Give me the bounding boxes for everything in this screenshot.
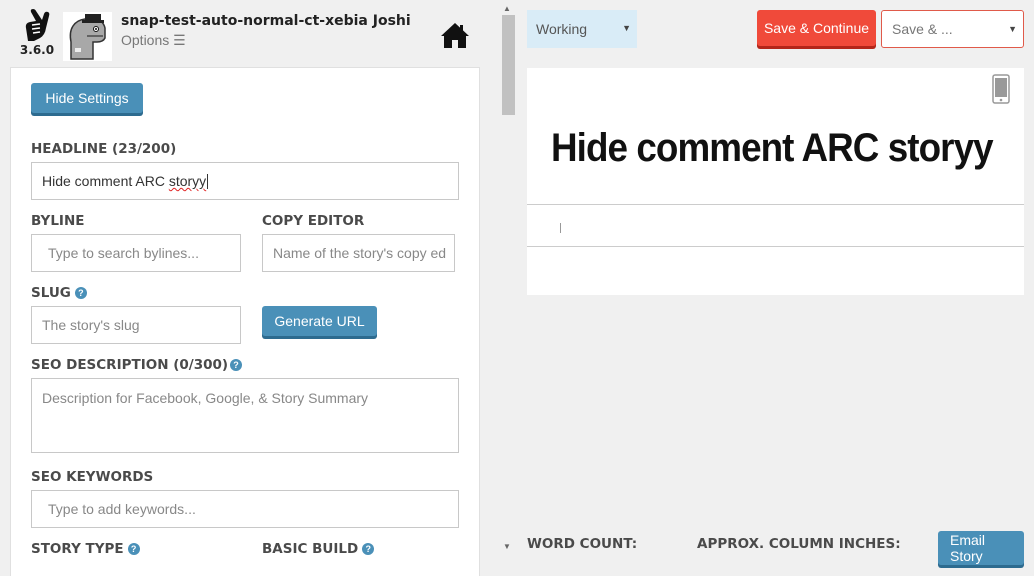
app-version: 3.6.0 xyxy=(19,43,55,57)
story-type-help-icon[interactable]: ? xyxy=(127,543,140,555)
seo-description-label: SEO DESCRIPTION (0/300) xyxy=(31,357,229,373)
email-story-button[interactable]: Email Story xyxy=(938,531,1024,565)
dinosaur-avatar-icon xyxy=(63,12,112,61)
story-preview[interactable]: Hide comment ARC storyy xyxy=(527,68,1024,295)
basic-build-help-icon[interactable]: ? xyxy=(362,543,375,555)
body-text-caret xyxy=(560,223,561,233)
scrollbar-thumb[interactable] xyxy=(502,15,515,115)
headline-text: Hide comment ARC xyxy=(42,173,169,189)
save-options-value: Save & ... xyxy=(892,21,953,37)
save-options-select[interactable]: Save & ... ▼ xyxy=(881,10,1024,48)
copy-editor-input[interactable]: Name of the story's copy ed xyxy=(262,234,455,272)
save-continue-button[interactable]: Save & Continue xyxy=(757,10,876,46)
byline-label: BYLINE xyxy=(31,213,85,229)
preview-divider-top xyxy=(527,204,1024,205)
seo-keywords-label: SEO KEYWORDS xyxy=(31,469,154,485)
home-icon[interactable] xyxy=(440,22,470,49)
status-select[interactable]: Working ▼ xyxy=(527,10,637,48)
story-type-label: STORY TYPE xyxy=(31,541,124,557)
seo-keywords-input[interactable]: Type to add keywords... xyxy=(31,490,459,528)
app-logo: 3.6.0 xyxy=(14,8,60,57)
status-value: Working xyxy=(536,21,588,37)
scroll-up-arrow-icon[interactable]: ▲ xyxy=(503,4,511,13)
slug-input[interactable]: The story's slug xyxy=(31,306,241,344)
copy-editor-label: COPY EDITOR xyxy=(262,213,365,229)
chevron-down-icon: ▼ xyxy=(1008,24,1017,34)
headline-input[interactable]: Hide comment ARC storyy xyxy=(31,162,459,200)
headline-label: HEADLINE (23/200) xyxy=(31,141,177,157)
avatar[interactable] xyxy=(63,12,112,61)
hand-logo-icon xyxy=(25,9,50,41)
byline-input[interactable]: Type to search bylines... xyxy=(31,234,241,272)
mobile-preview-icon[interactable] xyxy=(992,74,1010,104)
slug-help-icon[interactable]: ? xyxy=(74,287,87,299)
slug-label-row: SLUG? xyxy=(31,285,87,301)
seo-description-label-row: SEO DESCRIPTION (0/300)? xyxy=(31,357,243,373)
options-menu[interactable]: Options ☰ xyxy=(121,32,186,49)
slug-label: SLUG xyxy=(31,285,71,301)
word-count-label: WORD COUNT: xyxy=(527,536,638,552)
preview-divider-bottom xyxy=(527,246,1024,247)
hide-settings-button[interactable]: Hide Settings xyxy=(31,83,143,113)
story-type-label-row: STORY TYPE? xyxy=(31,541,140,557)
preview-headline[interactable]: Hide comment ARC storyy xyxy=(551,126,994,171)
generate-url-button[interactable]: Generate URL xyxy=(262,306,377,336)
column-inches-label: APPROX. COLUMN INCHES: xyxy=(697,536,901,552)
basic-build-label-row: BASIC BUILD? xyxy=(262,541,375,557)
seo-description-help-icon[interactable]: ? xyxy=(230,359,243,371)
text-caret xyxy=(207,173,209,189)
chevron-down-icon: ▼ xyxy=(622,23,631,33)
basic-build-label: BASIC BUILD xyxy=(262,541,359,557)
user-name: snap-test-auto-normal-ct-xebia Joshi xyxy=(121,13,411,29)
headline-misspelled-word: storyy xyxy=(168,173,207,189)
settings-panel: Hide Settings HEADLINE (23/200) Hide com… xyxy=(10,67,480,576)
seo-description-textarea[interactable]: Description for Facebook, Google, & Stor… xyxy=(31,378,459,453)
scroll-down-arrow-icon[interactable]: ▼ xyxy=(503,542,511,551)
